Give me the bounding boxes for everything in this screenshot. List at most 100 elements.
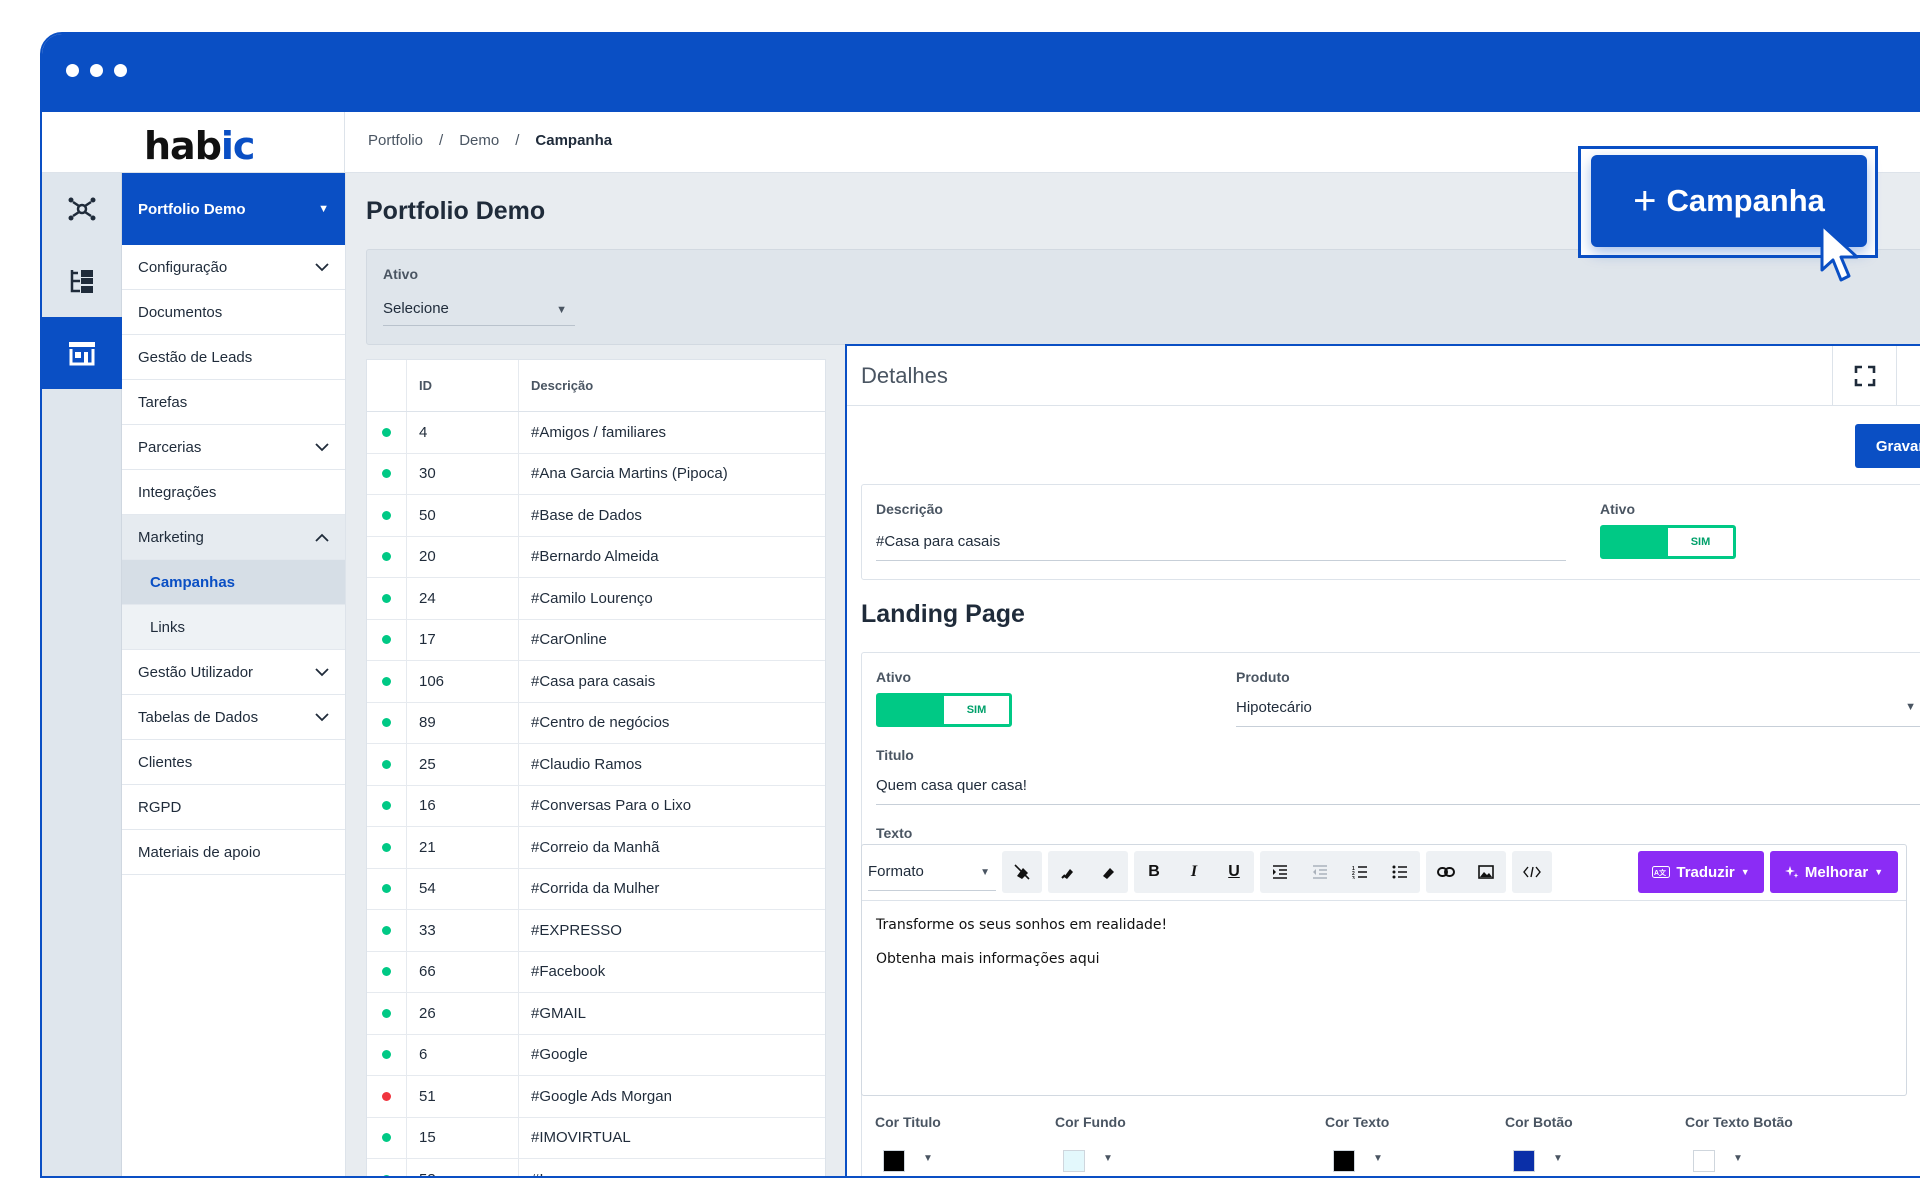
cor-botao-picker[interactable]: ▼ [1505,1140,1573,1176]
status-cell [367,827,407,868]
texto-label: Texto [876,825,913,841]
table-row[interactable]: 30 #Ana Garcia Martins (Pipoca) [367,453,825,495]
italic-button[interactable]: I [1174,851,1214,893]
sidebar-subitem-links[interactable]: Links [122,605,345,650]
table-row[interactable]: 20 #Bernardo Almeida [367,536,825,578]
sidebar-item-parcerias[interactable]: Parcerias [122,425,345,470]
toolbar-group-text: B I U [1134,851,1254,893]
app-logo[interactable]: habic [144,124,255,168]
table-row[interactable]: 17 #CarOnline [367,619,825,661]
outdent-button[interactable] [1300,851,1340,893]
sidebar-item-gestao-utilizador[interactable]: Gestão Utilizador [122,650,345,695]
titulo-field[interactable]: Quem casa quer casa! [876,777,1920,805]
sidebar-subitem-campanhas[interactable]: Campanhas [122,560,345,605]
table-header-descricao[interactable]: Descrição [519,360,825,411]
status-cell [367,702,407,743]
table-row[interactable]: 33 #EXPRESSO [367,910,825,952]
breadcrumb: Portfolio / Demo / Campanha [368,132,612,149]
toolbar-group-lists: 123 [1260,851,1420,893]
sidebar-item-tarefas[interactable]: Tarefas [122,380,345,425]
translate-button[interactable]: A文 Traduzir ▼ [1638,851,1764,893]
table-row[interactable]: 4 #Amigos / familiares [367,412,825,454]
cor-titulo-picker[interactable]: ▼ [875,1140,943,1176]
store-icon [69,342,95,366]
editor-body[interactable]: Transforme os seus sonhos em realidade! … [862,901,1906,997]
id-cell: 50 [407,495,519,536]
table-row[interactable]: 50 #Base de Dados [367,495,825,537]
table-header-id[interactable]: ID [407,360,519,411]
table-row[interactable]: 51 #Google Ads Morgan [367,1076,825,1118]
underline-button[interactable]: U [1214,851,1254,893]
cor-fundo-picker[interactable]: ▼ [1055,1140,1123,1176]
sidebar-item-materiais-apoio[interactable]: Materiais de apoio [122,830,345,875]
rail-network-button[interactable] [42,173,122,245]
table-row[interactable]: 21 #Correio da Manhã [367,827,825,869]
descricao-cell: #Facebook [531,963,606,981]
table-row[interactable]: 24 #Camilo Lourenço [367,578,825,620]
indent-button[interactable] [1260,851,1300,893]
id-cell: 51 [407,1076,519,1117]
table-row[interactable]: 25 #Claudio Ramos [367,744,825,786]
tree-icon [70,270,93,293]
link-button[interactable] [1426,851,1466,893]
sidebar-item-integracoes[interactable]: Integrações [122,470,345,515]
sidebar-item-gestao-leads[interactable]: Gestão de Leads [122,335,345,380]
filter-ativo-select[interactable]: Selecione ▼ [383,296,575,326]
ativo-toggle[interactable]: SIM [1600,525,1736,559]
image-button[interactable] [1466,851,1506,893]
id-cell: 89 [407,702,519,743]
breadcrumb-demo[interactable]: Demo [459,132,499,149]
breadcrumb-portfolio[interactable]: Portfolio [368,132,423,149]
cor-texto-botao-picker[interactable]: ▼ [1685,1140,1753,1176]
chevron-down-icon [315,442,329,451]
table-row[interactable]: 6 #Google [367,1034,825,1076]
bold-button[interactable]: B [1134,851,1174,893]
toggle-on-fill [879,696,944,724]
produto-select[interactable]: Hipotecário ▼ [1236,699,1920,727]
code-view-button[interactable] [1512,851,1552,893]
table-row[interactable]: 54 #Corrida da Mulher [367,868,825,910]
caret-down-icon: ▼ [1905,701,1916,713]
sidebar-portfolio-select[interactable]: Portfolio Demo ▼ [122,173,345,245]
caret-down-icon: ▼ [1373,1153,1383,1164]
brush-fill-button[interactable] [1088,851,1128,893]
format-select[interactable]: Formato ▼ [868,853,996,891]
rail-tree-button[interactable] [42,245,122,317]
status-dot [382,635,391,645]
sidebar-item-marketing[interactable]: Marketing [122,515,345,560]
table-row[interactable]: 16 #Conversas Para o Lixo [367,785,825,827]
status-dot [382,1050,391,1060]
table-row[interactable]: 89 #Centro de negócios [367,702,825,744]
sidebar-item-configuracao[interactable]: Configuração [122,245,345,290]
rail-store-button[interactable] [42,317,122,389]
chevron-up-icon [315,533,329,542]
sidebar-item-clientes[interactable]: Clientes [122,740,345,785]
table-row[interactable]: 15 #IMOVIRTUAL [367,1117,825,1159]
cor-texto-picker[interactable]: ▼ [1325,1140,1393,1176]
sidebar-item-tabelas-dados[interactable]: Tabelas de Dados [122,695,345,740]
table-row[interactable]: 26 #GMAIL [367,993,825,1035]
lp-ativo-toggle[interactable]: SIM [876,693,1012,727]
save-button[interactable]: Gravar [1855,424,1920,468]
table-row[interactable]: 53#Imprensa [367,1159,825,1176]
toolbar-group-insert [1426,851,1506,893]
sidebar-item-documentos[interactable]: Documentos [122,290,345,335]
format-painter-button[interactable] [1048,851,1088,893]
descricao-cell: #Base de Dados [531,506,642,524]
descricao-cell: #Claudio Ramos [531,755,642,773]
page-title: Portfolio Demo [366,197,546,225]
improve-button[interactable]: Melhorar ▼ [1770,851,1898,893]
bullet-list-button[interactable] [1380,851,1420,893]
ordered-list-button[interactable]: 123 [1340,851,1380,893]
divider [344,112,345,173]
close-button[interactable] [1896,346,1920,406]
table-row[interactable]: 66 #Facebook [367,951,825,993]
sidebar-item-rgpd[interactable]: RGPD [122,785,345,830]
status-cell [367,536,407,577]
svg-text:A文: A文 [1654,868,1667,877]
descricao-cell: #GMAIL [531,1004,587,1022]
clear-format-button[interactable] [1002,851,1042,893]
fullscreen-button[interactable] [1832,346,1896,406]
table-row[interactable]: 106 #Casa para casais [367,661,825,703]
descricao-field[interactable]: #Casa para casais [876,533,1566,561]
